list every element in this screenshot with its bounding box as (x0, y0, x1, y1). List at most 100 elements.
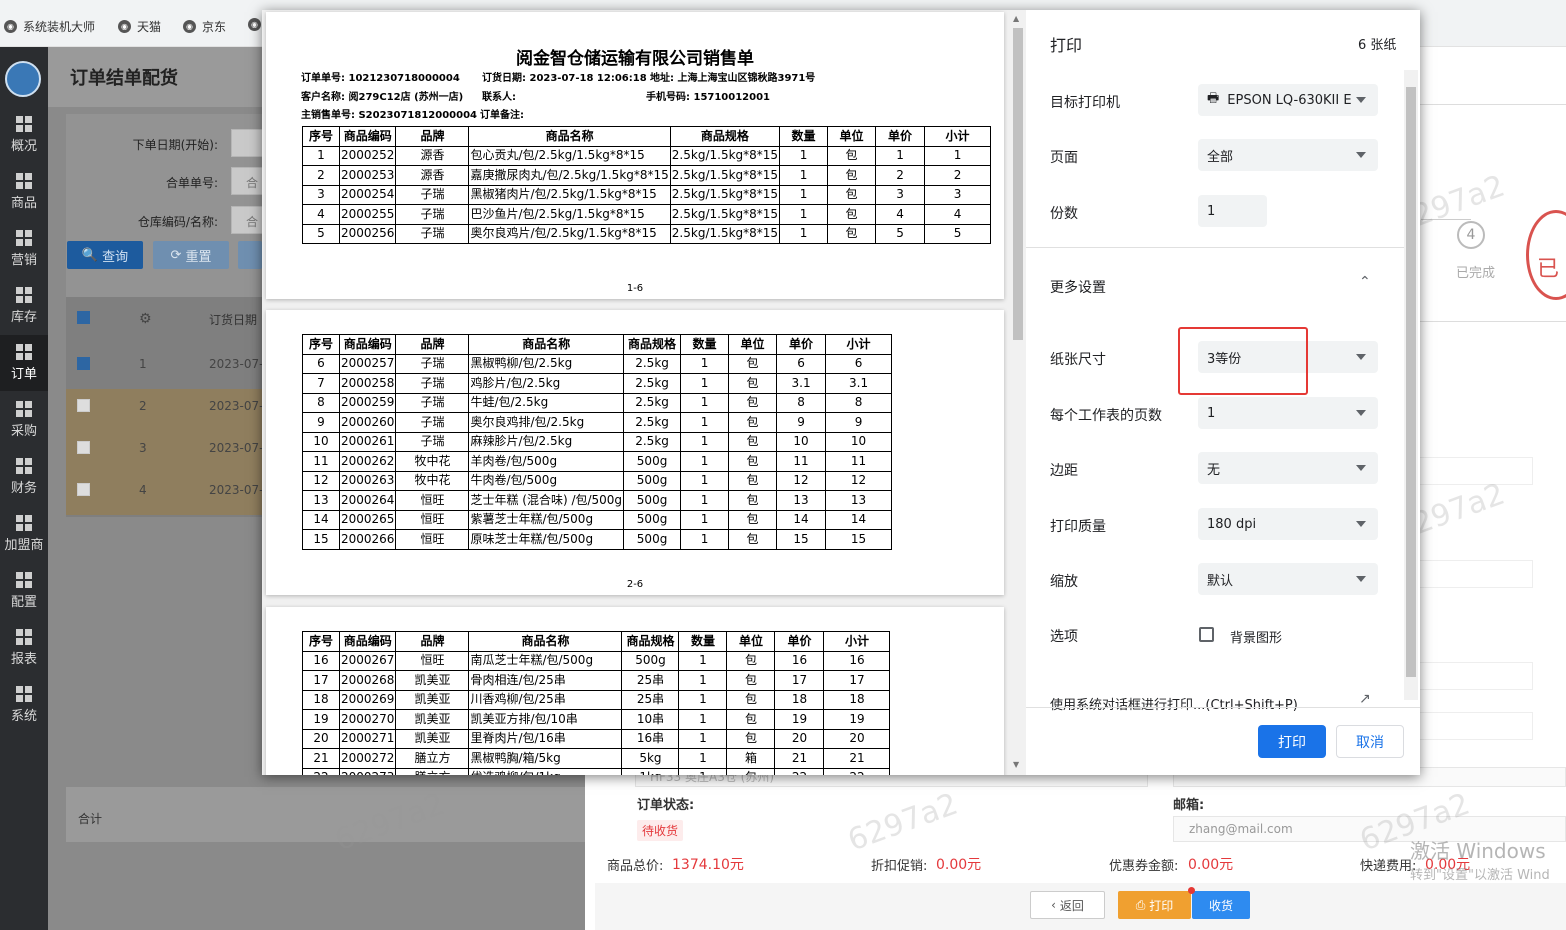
table-cell: 恒旺 (395, 490, 470, 511)
table-cell: 包 (728, 373, 778, 394)
sidebar-item-purchase[interactable]: 采购 (0, 392, 48, 448)
table-cell: 19 (774, 709, 825, 730)
sidebar-item-goods[interactable]: 商品 (0, 164, 48, 220)
table-row: 21 2000272 膳立方 黑椒鸭胸/箱/5kg 5kg 1 箱 21 21 (302, 748, 891, 769)
table-row: 16 2000267 恒旺 南瓜芝士年糕/包/500g 500g 1 包 16 16 (302, 650, 891, 671)
pages-select[interactable]: 全部 (1198, 139, 1378, 171)
more-settings-label[interactable]: 更多设置 (1050, 277, 1106, 297)
settings-gear-icon[interactable]: ⚙ (139, 311, 152, 327)
items-table: 序号 商品编码 品牌 商品名称 商品规格 数量 单位 单价 小计 16 2000267 恒旺 南瓜芝士年… (302, 631, 891, 775)
bookmark-item[interactable]: ◉ 天猫 (118, 18, 161, 35)
table-header-cell: 单位 (726, 631, 776, 652)
sidebar-item-finance[interactable]: 财务 (0, 449, 48, 505)
print-order-button[interactable]: ⎙ 打印 (1118, 891, 1191, 919)
background-graphics-label: 背景图形 (1230, 631, 1283, 646)
items-table: 序号 商品编码 品牌 商品名称 商品规格 数量 单位 单价 小计 6 2000257 子瑞 黑椒鸭柳/包… (302, 334, 893, 550)
meta-phone: 手机号码: 15710012001 (646, 92, 771, 103)
table-cell: 子瑞 (395, 431, 470, 452)
pages-per-sheet-select[interactable]: 1 (1198, 397, 1378, 429)
step-4-label: 已完成 (1456, 266, 1496, 281)
sidebar-item-system[interactable]: 系统 (0, 677, 48, 733)
copies-label: 份数 (1050, 206, 1078, 222)
table-row: 5 2000256 子瑞 奥尔良鸡片/包/2.5kg/1.5kg*8*15 2.5kg/… (302, 223, 992, 244)
table-cell: 凯美亚方排/包/10串 (468, 709, 623, 730)
warehouse-input[interactable]: 合 (231, 206, 266, 234)
table-header-cell: 商品编码 (338, 631, 397, 652)
preview-scroll-thumb[interactable] (1013, 28, 1023, 340)
meta-contact: 联系人: (482, 92, 516, 103)
margin-select[interactable]: 无 (1198, 452, 1378, 484)
table-cell: 1 (680, 529, 730, 550)
table-cell: 1 (678, 728, 728, 749)
quality-select[interactable]: 180 dpi (1198, 508, 1378, 540)
table-cell: 1 (302, 145, 340, 166)
table-cell: 包 (728, 451, 778, 472)
receive-button[interactable]: 收货 (1192, 891, 1250, 919)
print-button[interactable]: 打印 (1258, 725, 1326, 758)
table-header-cell: 品牌 (395, 126, 470, 147)
row-checkbox[interactable] (77, 399, 90, 412)
chevron-down-icon (1356, 354, 1366, 360)
table-cell: 20 (302, 728, 340, 749)
search-button[interactable]: 🔍 查询 (67, 241, 143, 269)
table-row: 14 2000265 恒旺 紫薯芝士年糕/包/500g 500g 1 包 14 14 (302, 509, 893, 530)
bookmark-item[interactable]: ◉ 系统装机大师 (4, 18, 95, 35)
table-cell: 鸡胗片/包/2.5kg (468, 373, 625, 394)
table-row: 10 2000261 子瑞 麻辣胗片/包/2.5kg 2.5kg 1 包 10 10 (302, 431, 893, 452)
date-start-input[interactable] (231, 129, 266, 157)
scroll-up-icon[interactable]: ▲ (1013, 14, 1019, 23)
table-cell: 2.5kg (623, 392, 682, 413)
export-button[interactable] (238, 241, 262, 269)
table-cell: 包 (726, 767, 776, 775)
sidebar-item-reports[interactable]: 报表 (0, 620, 48, 676)
sidebar-item-franchise[interactable]: 加盟商 (0, 506, 48, 562)
sidebar-item-orders[interactable]: 订单 (0, 335, 48, 391)
grid-icon (16, 686, 32, 702)
printer-icon: ⎙ (1135, 897, 1146, 912)
back-button[interactable]: ‹ 返回 (1030, 891, 1105, 919)
copies-input[interactable]: 1 (1198, 195, 1267, 227)
system-dialog-link[interactable]: 使用系统对话框进行打印...(Ctrl+Shift+P) (1050, 694, 1298, 713)
row-checkbox[interactable] (77, 441, 90, 454)
meta-address: 地址: 上海上海宝山区锦秋路3971号 (650, 73, 816, 84)
background-graphics-checkbox[interactable] (1199, 627, 1214, 642)
email-label: 邮箱: (1173, 798, 1205, 813)
sidebar-item-inventory[interactable]: 库存 (0, 278, 48, 334)
bookmark-item[interactable]: ◉ 京东 (183, 18, 226, 35)
table-cell: 奥尔良鸡排/包/2.5kg (468, 412, 625, 433)
row-checkbox[interactable] (77, 357, 90, 370)
table-header-cell: 单价 (875, 126, 926, 147)
total-label: 合计 (78, 812, 103, 826)
open-external-icon[interactable]: ↗ (1359, 691, 1371, 707)
table-cell: 恒旺 (395, 650, 470, 671)
sidebar-item-overview[interactable]: 概况 (0, 107, 48, 163)
table-cell: 南瓜芝士年糕/包/500g (468, 650, 623, 671)
reset-button[interactable]: ⟳ 重置 (153, 241, 229, 269)
table-row: 1 2000252 源香 包心贡丸/包/2.5kg/1.5kg*8*15 2.5kg/1… (302, 145, 992, 166)
bookmark-item[interactable]: ◉ (248, 18, 261, 31)
table-cell: 15 (825, 529, 893, 550)
table-cell: 牛蛙/包/2.5kg (468, 392, 625, 413)
chevron-down-icon (1356, 410, 1366, 416)
table-cell: 4 (875, 204, 926, 225)
paper-size-highlight (1178, 327, 1308, 395)
table-cell: 包 (728, 431, 778, 452)
cancel-button[interactable]: 取消 (1336, 725, 1404, 758)
scroll-down-icon[interactable]: ▼ (1013, 760, 1019, 769)
scale-select[interactable]: 默认 (1198, 563, 1378, 595)
sidebar-item-marketing[interactable]: 营销 (0, 221, 48, 277)
chevron-up-icon[interactable]: ⌃ (1359, 274, 1371, 290)
goods-total-value: 1374.10元 (672, 857, 744, 873)
row-checkbox[interactable] (77, 483, 90, 496)
table-cell: 黑椒鸭胸/箱/5kg (468, 748, 623, 769)
merge-no-input[interactable]: 合 (231, 167, 266, 195)
select-all-checkbox[interactable] (77, 311, 90, 324)
table-cell: 芝士年糕 (混合味) /包/500g (468, 490, 625, 511)
table-cell: 源香 (395, 165, 470, 186)
order-status-label: 订单状态: (637, 798, 695, 813)
settings-scroll-thumb[interactable] (1406, 87, 1416, 677)
destination-select[interactable]: 🖶 EPSON LQ-630KII E (1198, 84, 1378, 116)
table-cell: 2000262 (338, 451, 397, 472)
sidebar-item-config[interactable]: 配置 (0, 563, 48, 619)
table-cell: 5 (875, 223, 926, 244)
